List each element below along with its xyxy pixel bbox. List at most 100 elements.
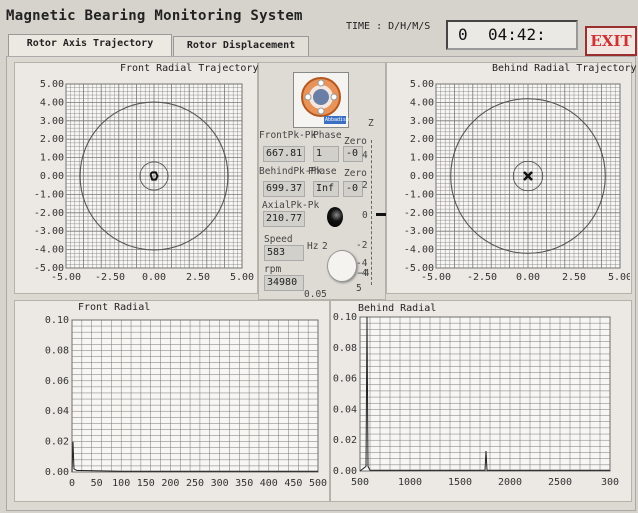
x-tick-label: 200 (161, 478, 179, 489)
y-tick-label: 1.00 (410, 153, 434, 164)
front-radial-spectrum: 0.10 0.08 0.06 0.04 0.02 0.000 50 100 150 200 250 3… (45, 315, 327, 489)
x-tick-label: 1000 (398, 477, 422, 488)
z-scale-4: 4 (362, 150, 368, 161)
logo: Abbadise (293, 72, 349, 128)
y-tick-label: 0.02 (333, 435, 357, 446)
z-scale-line (371, 140, 373, 285)
z-pointer (376, 213, 386, 216)
axial-pkpk-value: 210.77 (263, 211, 305, 227)
y-tick-label: 0.10 (333, 312, 357, 323)
x-tick-label: 2.50 (186, 272, 210, 283)
x-tick-label: 0.00 (516, 272, 540, 283)
behind-pkpk-value: 699.37 (263, 181, 305, 197)
knob-scale-right3: 5 (356, 283, 362, 294)
exit-button[interactable]: EXIT (585, 26, 637, 56)
x-tick-label: 300 (601, 477, 619, 488)
gain-knob[interactable] (327, 250, 357, 282)
y-tick-label: -1.00 (404, 189, 434, 200)
time-label: TIME : D/H/M/S (346, 21, 431, 32)
x-tick-label: 2500 (548, 477, 572, 488)
status-led (327, 207, 343, 227)
tab-rotor-axis-trajectory[interactable]: Rotor Axis Trajectory (8, 34, 172, 56)
x-tick-label: 5.00 (230, 272, 254, 283)
x-tick-label: 2.50 (562, 272, 586, 283)
behind-phase-label: Phase (308, 166, 337, 177)
y-tick-label: 0.00 (410, 171, 434, 182)
y-tick-label: 0.08 (333, 343, 357, 354)
y-tick-label: 0.10 (45, 315, 69, 326)
front-phase-value: 1 (313, 146, 339, 162)
y-tick-label: 0.00 (40, 171, 64, 182)
x-tick-label: 50 (91, 478, 103, 489)
x-tick-label: -5.00 (421, 272, 451, 283)
x-tick-label: 1500 (448, 477, 472, 488)
knob-scale-right2: -4 (358, 268, 370, 279)
hz-label: Hz (307, 241, 319, 252)
front-zero-value: -0 (343, 146, 363, 162)
axial-pkpk-label: AxialPk-Pk (262, 200, 320, 211)
logo-text: Abbadise (325, 117, 350, 123)
y-tick-label: -2.00 (34, 208, 64, 219)
y-tick-label: 0.06 (333, 374, 357, 385)
x-tick-label: 500 (351, 477, 369, 488)
z-scale-neg2: -2 (356, 240, 368, 251)
y-tick-label: -4.00 (34, 245, 64, 256)
y-tick-label: 5.00 (410, 79, 434, 90)
knob-scale-top: 2 (322, 241, 328, 252)
y-tick-label: 2.00 (410, 134, 434, 145)
y-tick-label: 0.02 (45, 437, 69, 448)
z-scale-2: 2 (362, 180, 368, 191)
x-tick-label: 2000 (498, 477, 522, 488)
tab-rotor-displacement[interactable]: Rotor Displacement (173, 36, 309, 56)
front-pkpk-value: 667.81 (263, 146, 305, 162)
speed-label: Speed (264, 234, 293, 245)
front-pkpk-label: FrontPk-Pk (259, 130, 317, 141)
x-tick-label: 250 (186, 478, 204, 489)
y-tick-label: -3.00 (404, 226, 434, 237)
behind-zero-value: -0 (343, 181, 363, 197)
y-tick-label: -2.00 (404, 208, 434, 219)
y-tick-label: 3.00 (410, 116, 434, 127)
time-clock: 04:42: (488, 25, 546, 44)
x-tick-label: 0.00 (142, 272, 166, 283)
x-tick-label: 300 (211, 478, 229, 489)
y-tick-label: 0.06 (45, 376, 69, 387)
behind-zero-label: Zero (344, 168, 367, 179)
time-days: 0 (458, 25, 468, 44)
plot-area (359, 316, 611, 472)
x-tick-label: -2.50 (95, 272, 125, 283)
x-tick-label: 500 (309, 478, 327, 489)
x-tick-label: 0 (69, 478, 75, 489)
speed-value: 583 (264, 245, 304, 261)
front-trajectory-plot: 5.00 4.00 3.00 2.00 1.00 0.00 -1.00 -2.00 -3.00 -… (34, 79, 254, 283)
behind-trajectory-plot: 5.00 4.00 3.00 2.00 1.00 0.00 -1.00 -2.00 -3.00 -… (404, 79, 630, 283)
z-scale-0: 0 (362, 210, 368, 221)
z-axis-label: Z (368, 118, 374, 129)
y-tick-label: 0.08 (45, 345, 69, 356)
x-tick-label: 100 (112, 478, 130, 489)
plot-area (71, 319, 319, 473)
x-tick-label: -2.50 (467, 272, 497, 283)
knob-value: 0.05 (304, 289, 327, 300)
y-tick-label: 4.00 (410, 97, 434, 108)
x-tick-label: 450 (284, 478, 302, 489)
x-tick-label: 5.00 (608, 272, 630, 283)
front-phase-label: Phase (313, 130, 342, 141)
x-tick-label: 400 (260, 478, 278, 489)
rpm-value: 34980 (264, 275, 304, 291)
y-tick-label: 3.00 (40, 116, 64, 127)
y-tick-label: -3.00 (34, 226, 64, 237)
x-tick-label: -5.00 (51, 272, 81, 283)
rpm-label: rpm (264, 264, 282, 275)
y-tick-label: 0.00 (333, 466, 357, 477)
y-tick-label: 4.00 (40, 97, 64, 108)
x-tick-label: 150 (137, 478, 155, 489)
y-tick-label: 0.04 (333, 404, 357, 415)
behind-radial-spectrum: 0.10 0.08 0.06 0.04 0.02 0.00500 1000 1500 2000 2… (333, 312, 619, 488)
y-tick-label: 1.00 (40, 153, 64, 164)
x-tick-label: 350 (235, 478, 253, 489)
y-tick-label: 0.04 (45, 406, 69, 417)
time-display: 0 04:42: (446, 20, 578, 50)
y-tick-label: 5.00 (40, 79, 64, 90)
y-tick-label: -4.00 (404, 245, 434, 256)
